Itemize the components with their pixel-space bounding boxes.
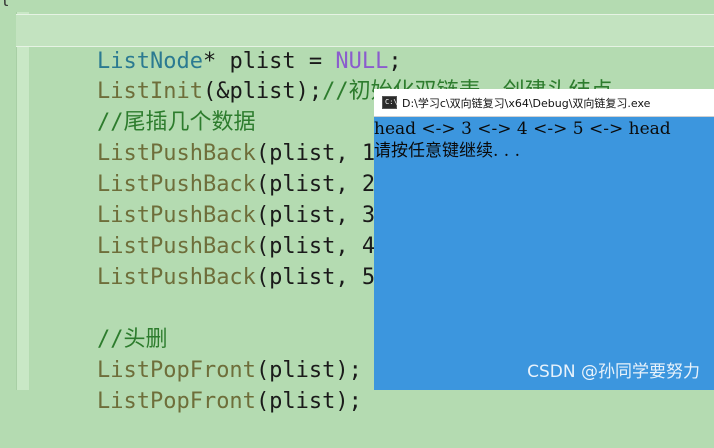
code-line[interactable]: ListPushBack(plist, 1);: [44, 107, 402, 166]
console-output[interactable]: head <-> 3 <-> 4 <-> 5 <-> head 请按任意键继续.…: [374, 118, 714, 162]
csdn-watermark: CSDN @孙同学要努力: [527, 362, 700, 382]
console-titlebar[interactable]: C:\ D:\学习c\双向链复习\x64\Debug\双向链复习.exe: [374, 89, 714, 117]
code-line[interactable]: ListPushBack(plist, 5);: [44, 231, 402, 290]
code-line[interactable]: ListNode* plist = NULL;: [16, 14, 714, 74]
code-line[interactable]: [44, 262, 97, 293]
code-line[interactable]: ListInit(&plist);//初始化双链表，创建头结点: [44, 45, 613, 104]
console-icon-label: C:\: [385, 98, 398, 106]
open-brace: {: [0, 0, 10, 7]
code-line[interactable]: ListPopFront(plist);: [44, 355, 362, 414]
console-app-icon: C:\: [382, 96, 398, 109]
function-token: ListPushBack: [96, 265, 256, 290]
console-window[interactable]: C:\ D:\学习c\双向链复习\x64\Debug\双向链复习.exe hea…: [374, 89, 714, 390]
code-line[interactable]: ListPopFront(plist);: [44, 324, 362, 383]
code-line[interactable]: ListPushBack(plist, 3);: [44, 169, 402, 228]
editor-gutter: [16, 12, 29, 390]
code-line[interactable]: ListPushBack(plist, 2);: [44, 138, 402, 197]
code-line[interactable]: //尾插几个数据: [44, 76, 256, 135]
console-title: D:\学习c\双向链复习\x64\Debug\双向链复习.exe: [402, 97, 651, 110]
console-output-line: head <-> 3 <-> 4 <-> 5 <-> head: [374, 119, 671, 139]
code-token: (plist);: [255, 389, 362, 414]
console-output-line: 请按任意键继续. . .: [374, 141, 521, 161]
code-line[interactable]: //头删: [44, 293, 168, 352]
function-token: ListPopFront: [96, 389, 256, 414]
code-line[interactable]: ListPushBack(plist, 4);: [44, 200, 402, 259]
